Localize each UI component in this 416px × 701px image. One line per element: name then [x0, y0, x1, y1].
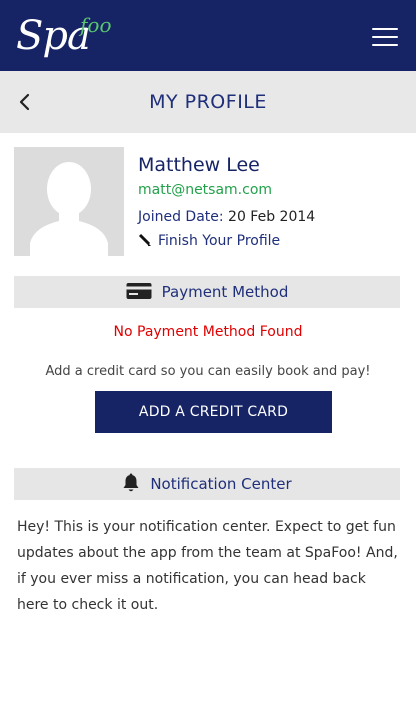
user-email: matt@netsam.com: [138, 182, 273, 198]
joined-date-label: Joined Date:: [138, 209, 224, 225]
bell-icon: [123, 473, 139, 491]
logo-main-text: Spa: [16, 13, 91, 59]
add-credit-card-button[interactable]: ADD A CREDIT CARD: [95, 391, 332, 433]
page-title-bar: MY PROFILE: [0, 71, 416, 133]
finish-profile-label: Finish Your Profile: [158, 233, 281, 249]
hamburger-menu-icon[interactable]: [372, 26, 400, 48]
user-name: Matthew Lee: [138, 154, 260, 176]
payment-method-header: Payment Method: [14, 276, 400, 308]
chevron-left-icon[interactable]: [14, 90, 38, 114]
finish-profile-link[interactable]: Finish Your Profile: [138, 233, 280, 249]
notification-center-message: Hey! This is your notification center. E…: [17, 519, 398, 613]
avatar[interactable]: [14, 147, 124, 256]
credit-card-icon: [126, 282, 152, 299]
pencil-icon: [138, 233, 152, 247]
no-payment-message: No Payment Method Found: [113, 324, 303, 340]
notification-center-title: Notification Center: [150, 475, 292, 493]
notification-center-header: Notification Center: [14, 468, 400, 500]
page-title: MY PROFILE: [149, 91, 267, 113]
joined-date-row: Joined Date: 20 Feb 2014: [138, 209, 315, 225]
payment-method-title: Payment Method: [161, 283, 289, 301]
app-header: Spa foo: [0, 0, 416, 71]
user-silhouette-icon: [30, 162, 108, 256]
add-card-hint: Add a credit card so you can easily book…: [45, 364, 371, 379]
spafoo-logo[interactable]: Spa foo: [16, 10, 112, 62]
logo-sub-text: foo: [80, 13, 112, 37]
joined-date-value: 20 Feb 2014: [228, 209, 316, 225]
